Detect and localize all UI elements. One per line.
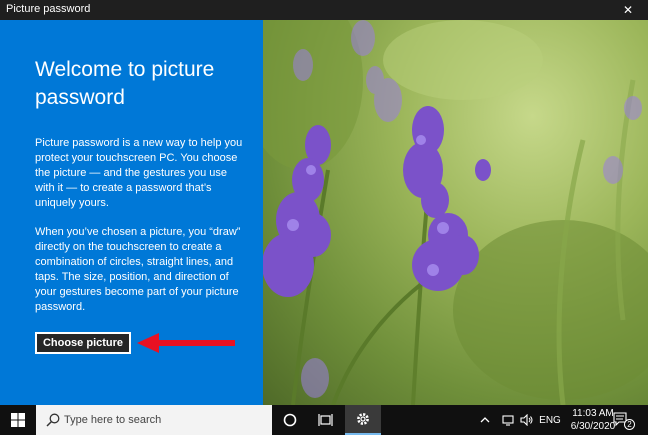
instructions-paragraph: When you’ve chosen a picture, you “draw”… xyxy=(35,226,241,313)
speaker-icon xyxy=(520,414,533,426)
window-title: Picture password xyxy=(6,3,91,15)
lavender-image xyxy=(263,20,648,405)
close-button[interactable]: ✕ xyxy=(608,0,648,20)
gear-icon xyxy=(357,413,369,425)
cortana-button[interactable] xyxy=(272,405,308,435)
language-indicator[interactable]: ENG xyxy=(538,405,562,435)
chevron-up-icon xyxy=(480,417,490,423)
notification-count-badge: 2 xyxy=(624,419,635,430)
task-view-icon xyxy=(318,414,333,426)
taskbar-search[interactable]: Type here to search xyxy=(36,405,272,435)
intro-panel: Welcome to picture password Picture pass… xyxy=(0,20,263,405)
cortana-icon xyxy=(283,413,297,427)
background-picture xyxy=(263,20,648,405)
choose-picture-button[interactable]: Choose picture xyxy=(35,332,131,354)
title-bar: Picture password ✕ xyxy=(0,0,648,20)
taskbar: Type here to search ENG 11:03 AM 6/30/20… xyxy=(0,405,648,435)
network-button[interactable] xyxy=(500,405,518,435)
show-hidden-icons-button[interactable] xyxy=(478,405,492,435)
start-button[interactable] xyxy=(0,405,36,435)
network-icon xyxy=(502,415,514,426)
intro-paragraph: Picture password is a new way to help yo… xyxy=(35,137,243,209)
close-icon: ✕ xyxy=(622,3,634,17)
search-placeholder: Type here to search xyxy=(64,414,162,426)
windows-icon xyxy=(11,413,25,427)
task-view-button[interactable] xyxy=(308,405,344,435)
volume-button[interactable] xyxy=(518,405,536,435)
red-arrow-icon xyxy=(137,333,235,353)
settings-taskbar-button[interactable] xyxy=(345,405,381,435)
action-center-button[interactable]: 2 xyxy=(612,411,635,430)
page-title: Welcome to picture password xyxy=(35,58,215,109)
search-icon xyxy=(46,413,60,427)
